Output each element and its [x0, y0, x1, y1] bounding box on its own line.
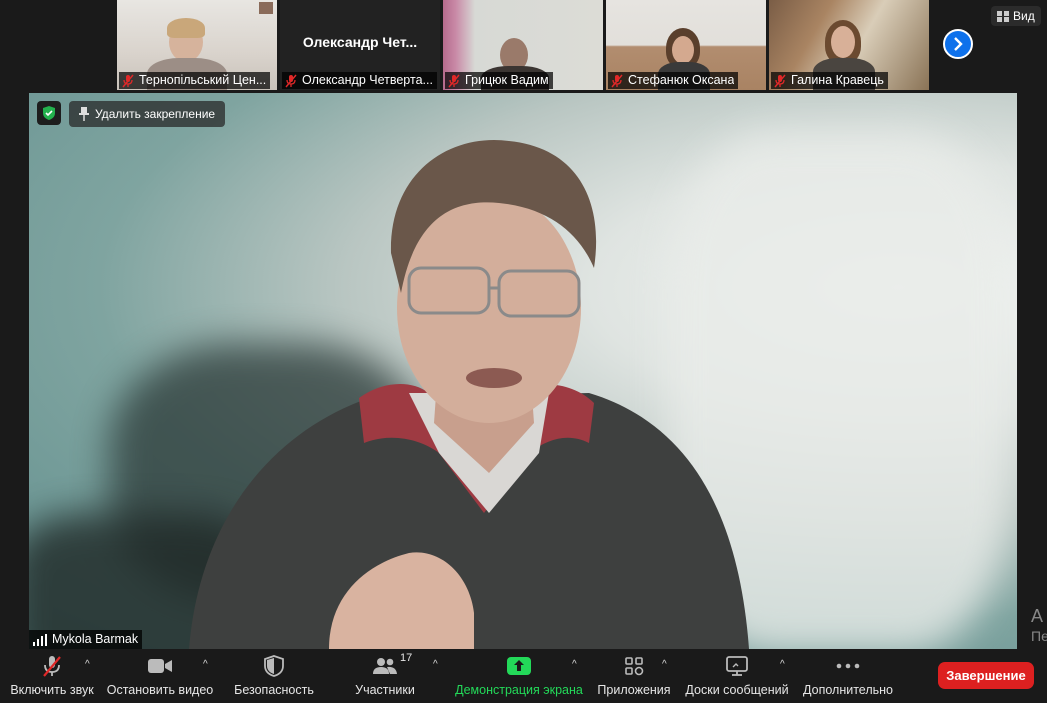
participant-name-tag: Стефанюк Оксана: [608, 72, 739, 89]
whiteboards-button[interactable]: Доски сообщений: [684, 650, 790, 703]
video-options-caret[interactable]: ^: [203, 659, 208, 670]
encryption-shield-icon[interactable]: [37, 101, 61, 125]
video-camera-icon: [147, 656, 173, 676]
mic-off-icon: [285, 74, 297, 87]
shield-icon: [264, 655, 284, 677]
whiteboards-options-caret[interactable]: ^: [780, 659, 785, 670]
side-hint-line: Пе: [1031, 628, 1047, 644]
stop-video-label: Остановить видео: [106, 683, 214, 697]
more-dots-icon: [836, 656, 860, 676]
apps-label: Приложения: [597, 683, 671, 697]
participant-name: Тернопільський Цен...: [139, 73, 267, 87]
view-button-label: Вид: [1013, 9, 1035, 23]
end-meeting-button[interactable]: Завершение: [938, 662, 1034, 689]
unpin-label: Удалить закрепление: [95, 107, 216, 121]
participant-name: Галина Кравець: [791, 73, 884, 87]
participant-name: Олександр Четверта...: [302, 73, 433, 87]
participant-thumbnail[interactable]: Грицюк Вадим: [443, 0, 603, 90]
participant-name-tag: Олександр Четверта...: [282, 72, 437, 89]
more-label: Дополнительно: [803, 683, 893, 697]
grid-view-icon: [997, 10, 1009, 22]
security-button[interactable]: Безопасность: [232, 650, 316, 703]
stop-video-button[interactable]: Остановить видео: [106, 650, 214, 703]
unmute-button[interactable]: Включить звук: [8, 650, 96, 703]
participants-label: Участники: [355, 683, 415, 697]
speaker-figure: [189, 139, 749, 649]
participant-thumbnail[interactable]: Тернопільський Цен...: [117, 0, 277, 90]
participant-name: Стефанюк Оксана: [628, 73, 735, 87]
side-hint-line: А: [1031, 606, 1044, 626]
share-options-caret[interactable]: ^: [572, 659, 577, 670]
participant-thumbnail[interactable]: Олександр Чет... Олександр Четверта...: [280, 0, 440, 90]
speaker-name: Mykola Barmak: [52, 632, 139, 646]
audio-options-caret[interactable]: ^: [85, 659, 90, 670]
participant-name-tag: Тернопільський Цен...: [119, 72, 271, 89]
security-label: Безопасность: [234, 683, 314, 697]
whiteboards-label: Доски сообщений: [685, 683, 789, 697]
share-screen-label: Демонстрация экрана: [455, 683, 583, 697]
participant-name-tag: Галина Кравець: [771, 72, 888, 89]
unpin-button[interactable]: Удалить закрепление: [69, 101, 226, 127]
share-screen-button[interactable]: Демонстрация экрана: [455, 650, 583, 703]
chevron-right-icon: [954, 37, 963, 51]
participant-display-name: Олександр Чет...: [302, 34, 418, 50]
meeting-toolbar: Включить звук ^ Остановить видео ^ Безоп…: [0, 650, 1047, 703]
participant-name: Грицюк Вадим: [465, 73, 549, 87]
participants-button[interactable]: 17 Участники: [350, 650, 420, 703]
participant-thumbnail[interactable]: Галина Кравець: [769, 0, 929, 90]
apps-button[interactable]: Приложения: [596, 650, 672, 703]
whiteboard-icon: [726, 656, 748, 676]
view-button[interactable]: Вид: [991, 6, 1041, 26]
next-page-button[interactable]: [943, 29, 973, 59]
participants-options-caret[interactable]: ^: [433, 659, 438, 670]
participants-icon: 17: [372, 652, 412, 676]
apps-icon: [624, 656, 644, 676]
participants-count: 17: [400, 652, 413, 664]
active-speaker-video[interactable]: [29, 93, 1017, 649]
more-button[interactable]: Дополнительно: [800, 650, 896, 703]
signal-strength-icon: [33, 633, 47, 646]
speaker-name-tag: Mykola Barmak: [29, 630, 143, 649]
mic-muted-icon: [41, 656, 63, 677]
mic-off-icon: [611, 74, 623, 87]
pin-icon: [79, 107, 89, 121]
thumbnail-strip: Тернопільський Цен... Олександр Чет... О…: [0, 0, 1047, 92]
participant-thumbnail[interactable]: Стефанюк Оксана: [606, 0, 766, 90]
apps-options-caret[interactable]: ^: [662, 659, 667, 670]
share-screen-icon: [506, 656, 532, 676]
mic-off-icon: [448, 74, 460, 87]
mic-off-icon: [122, 74, 134, 87]
unmute-label: Включить звук: [10, 683, 94, 697]
mic-off-icon: [774, 74, 786, 87]
participant-name-tag: Грицюк Вадим: [445, 72, 553, 89]
